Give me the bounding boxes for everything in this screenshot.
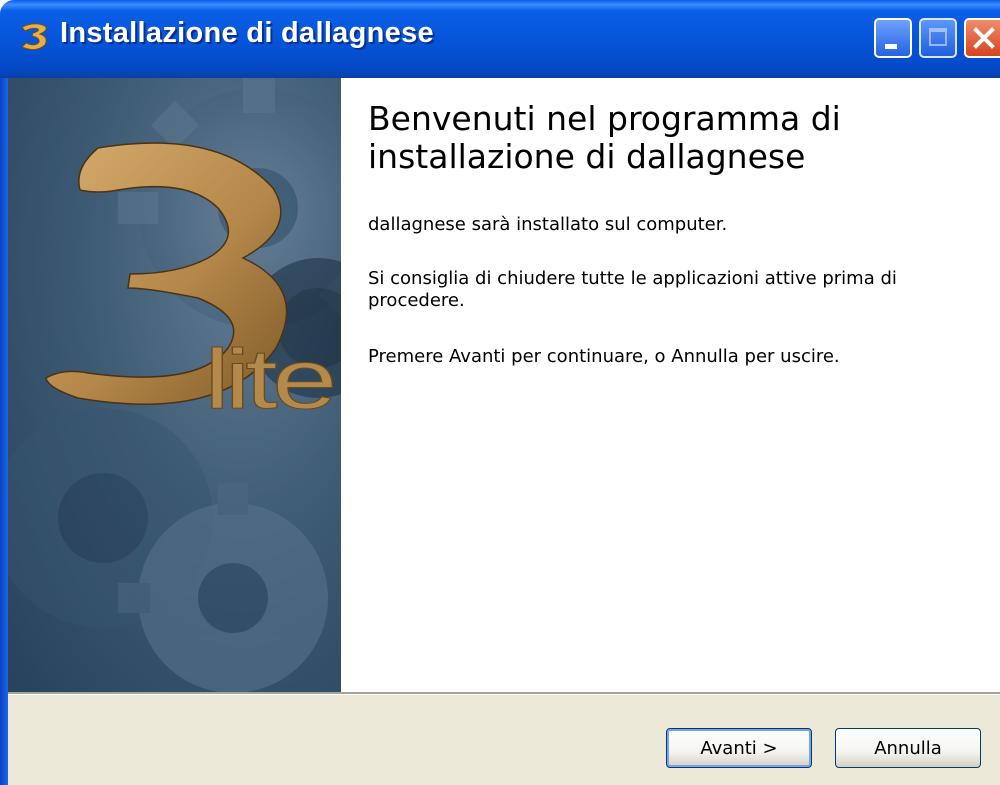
close-apps-advice: Si consiglia di chiudere tutte le applic… [368, 268, 897, 311]
instructions-text: Premere Avanti per continuare, o Annulla… [368, 346, 840, 367]
welcome-panel: Benvenuti nel programma di installazione… [341, 78, 1000, 692]
page-title: Benvenuti nel programma di installazione… [368, 99, 841, 176]
welcome-banner-image: lite [8, 78, 341, 692]
title-bar[interactable]: Installazione di dallagnese [0, 0, 1000, 78]
minimize-icon[interactable] [874, 18, 912, 58]
window-frame [0, 78, 8, 785]
maximize-icon[interactable] [919, 18, 957, 58]
install-description: dallagnese sarà installato sul computer. [368, 214, 728, 235]
close-icon[interactable] [964, 18, 1000, 58]
next-button[interactable]: Avanti > [666, 728, 812, 768]
installer-window: Installazione di dallagnese lite Benvenu… [0, 0, 1000, 785]
logo-word: lite [204, 332, 332, 426]
installer-3lite-icon [21, 23, 47, 51]
button-bar: Avanti > Annulla [8, 695, 1000, 785]
banner-art: lite [8, 78, 341, 692]
cancel-button[interactable]: Annulla [835, 728, 981, 768]
window-title: Installazione di dallagnese [60, 17, 434, 49]
